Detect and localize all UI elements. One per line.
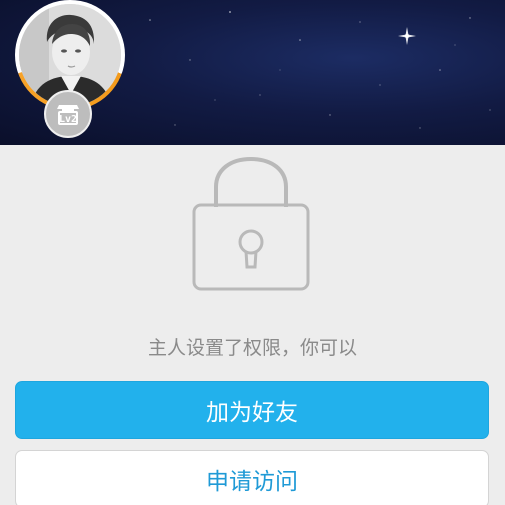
level-badge-icon: Lv2 — [44, 90, 92, 138]
level-crown-icon — [57, 105, 79, 125]
profile-header: Lv2 — [0, 0, 505, 145]
add-friend-button[interactable]: 加为好友 — [15, 381, 489, 439]
padlock-icon — [190, 155, 312, 295]
permission-notice: 主人设置了权限，你可以 — [147, 337, 357, 359]
page: Lv2 主人设置了权限，你可以 加为好友 申请访问 — [0, 0, 505, 505]
request-access-button[interactable]: 申请访问 — [15, 450, 489, 505]
